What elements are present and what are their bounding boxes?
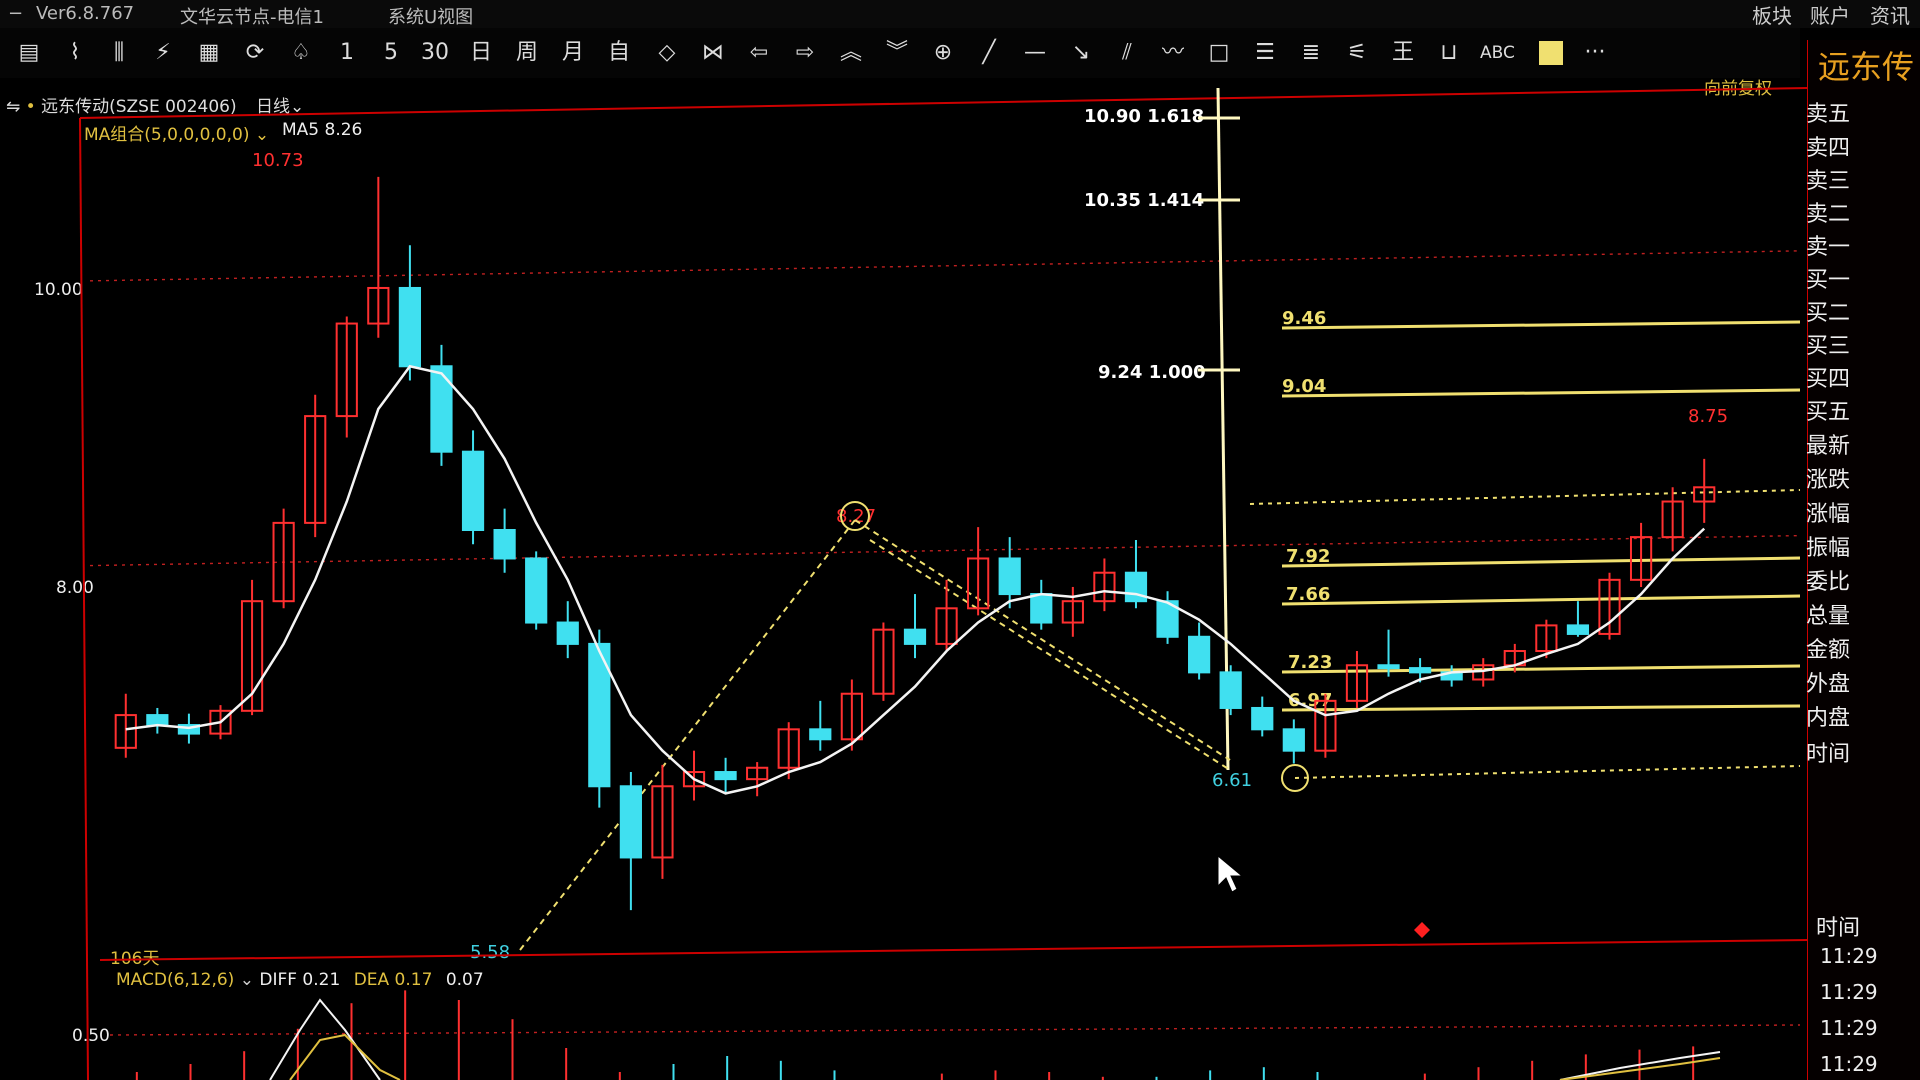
trend-line <box>869 539 1231 771</box>
candle-body <box>1566 624 1590 635</box>
time-header: 时间 <box>1816 916 1861 941</box>
quote-label: 最新 <box>1806 434 1851 459</box>
candle-body <box>493 529 516 560</box>
candle-body <box>619 785 642 859</box>
quote-label: 外盘 <box>1806 672 1851 697</box>
candle-body <box>809 728 832 741</box>
quote-label: 时间 <box>1806 742 1851 767</box>
quote-label: 涨幅 <box>1806 502 1851 527</box>
quote-label: 卖三 <box>1806 169 1851 194</box>
level-line <box>1281 388 1801 398</box>
candle-body <box>714 771 737 781</box>
level-line <box>1281 556 1801 568</box>
candle-body <box>1408 667 1432 674</box>
candle-body <box>461 450 485 531</box>
quote-label: 卖五 <box>1806 102 1851 127</box>
fib-vertical-line <box>1216 87 1230 771</box>
quote-label: 卖二 <box>1806 202 1851 227</box>
quote-label: 总量 <box>1806 604 1851 629</box>
quote-label: 金额 <box>1806 638 1851 663</box>
grid-line <box>89 250 1801 282</box>
candle-body <box>1282 728 1305 752</box>
macd-grid-line <box>109 1024 1801 1036</box>
tick-time: 11:29 <box>1820 980 1878 1004</box>
quote-label: 买五 <box>1806 400 1851 425</box>
pivot-marker <box>840 501 870 531</box>
tick-time: 11:29 <box>1820 1016 1878 1040</box>
account-link[interactable]: 账户 <box>1810 0 1850 29</box>
quote-label: 委比 <box>1806 570 1851 595</box>
quote-label: 内盘 <box>1806 706 1851 731</box>
quote-label: 振幅 <box>1806 536 1851 561</box>
quote-label: 买一 <box>1806 268 1851 293</box>
macd-dea-line <box>289 1033 401 1080</box>
quote-label: 卖一 <box>1806 235 1851 260</box>
candle-body <box>1030 593 1053 624</box>
quote-label: 涨跌 <box>1806 468 1851 493</box>
candle-body <box>430 365 453 453</box>
candle-body <box>903 628 927 645</box>
candle-body <box>556 621 579 645</box>
news-link[interactable]: 资讯 <box>1870 0 1910 29</box>
quote-label: 买二 <box>1806 301 1851 326</box>
candle-body <box>146 714 169 727</box>
level-line <box>1281 594 1801 606</box>
dashed-level-line <box>1294 765 1801 779</box>
candle-body <box>525 557 548 624</box>
candle-body <box>998 557 1021 596</box>
ma5-line <box>125 364 1706 795</box>
candle-body <box>398 286 422 368</box>
candlestick-chart[interactable] <box>0 0 1810 1080</box>
tick-time: 11:29 <box>1820 1052 1878 1076</box>
mouse-cursor-icon <box>1217 854 1244 893</box>
panel-border-left <box>79 117 89 1080</box>
quote-stock-title: 远东传 <box>1818 48 1915 86</box>
candle-body <box>1251 706 1274 731</box>
quote-label: 买三 <box>1806 334 1851 359</box>
signal-diamond-icon <box>1414 922 1430 938</box>
level-line <box>1281 320 1801 330</box>
panel-border-top <box>79 87 1809 119</box>
panel-divider <box>99 939 1809 961</box>
tick-time: 11:29 <box>1820 944 1878 968</box>
quote-label: 买四 <box>1806 367 1851 392</box>
level-line <box>1281 664 1801 674</box>
dashed-level-line <box>1249 489 1801 505</box>
candle-body <box>1188 635 1211 674</box>
quote-label: 卖四 <box>1806 136 1851 161</box>
candle-body <box>1377 664 1400 670</box>
candle-body <box>1219 671 1242 709</box>
